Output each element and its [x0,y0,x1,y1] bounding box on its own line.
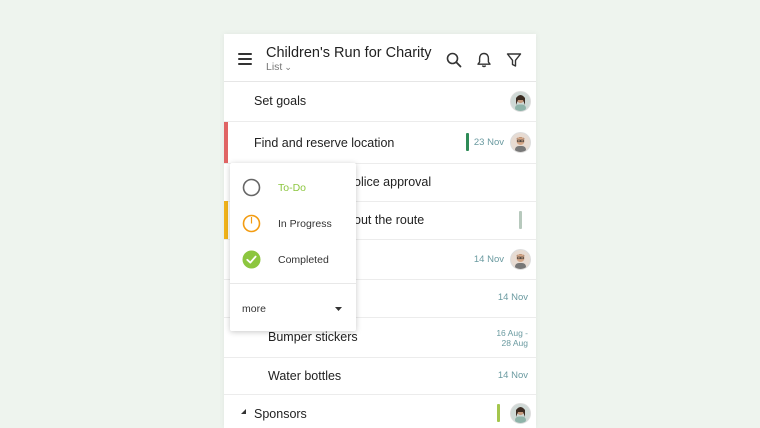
menu-icon[interactable] [238,53,252,65]
status-dropdown: To-Do In Progress Completed more [230,163,356,331]
date-range-end: 28 Aug [501,338,528,348]
status-option-label: In Progress [278,218,332,230]
chevron-down-icon: ⌄ [284,62,292,72]
task-title: Bumper stickers [268,330,358,344]
task-row[interactable]: Find and reserve location 23 Nov [224,122,536,164]
status-option-label: To-Do [278,182,307,194]
status-option-in-progress[interactable]: In Progress [230,209,356,239]
date-range-start: 16 Aug - [496,328,528,338]
status-option-completed[interactable]: Completed [230,245,356,275]
status-option-todo[interactable]: To-Do [230,173,356,203]
task-title: Set goals [254,94,307,108]
due-date: 14 Nov [497,370,528,381]
assignee-avatar[interactable] [510,132,531,153]
priority-bar [466,133,469,151]
todo-circle-icon [242,178,261,197]
due-date: 23 Nov [473,137,504,148]
status-option-label: Completed [278,254,329,266]
status-color-bar [224,201,228,239]
menu-divider [230,283,356,284]
check-circle-icon [242,250,261,269]
filter-icon[interactable] [505,51,523,69]
due-date: 14 Nov [497,292,528,303]
task-row[interactable]: Set goals [224,81,536,122]
view-label: List [266,61,283,73]
priority-bar [519,211,522,229]
task-title: Sponsors [254,407,307,421]
more-option[interactable]: more [242,303,266,315]
search-icon[interactable] [445,51,463,69]
assignee-avatar[interactable] [510,91,531,112]
task-title: Find and reserve location [254,136,395,150]
task-title: olice approval [354,175,432,189]
caret-down-icon[interactable] [335,307,342,312]
task-row[interactable]: Sponsors [224,394,536,428]
assignee-avatar[interactable] [510,249,531,270]
status-color-bar [224,122,228,163]
in-progress-circle-icon [242,214,261,233]
assignee-avatar[interactable] [510,403,531,424]
due-date: 14 Nov [473,254,504,265]
app-header: Children's Run for Charity List ⌄ [224,34,536,82]
view-switcher[interactable]: List ⌄ [266,61,292,73]
bell-icon[interactable] [475,51,493,69]
priority-bar [497,404,500,422]
collapse-caret-icon[interactable] [241,409,247,415]
task-row[interactable]: Water bottles 14 Nov [224,357,536,395]
task-title: Water bottles [268,369,342,383]
project-title: Children's Run for Charity [266,45,432,61]
date-range: 16 Aug - 28 Aug [496,328,528,348]
task-title: out the route [354,213,425,227]
